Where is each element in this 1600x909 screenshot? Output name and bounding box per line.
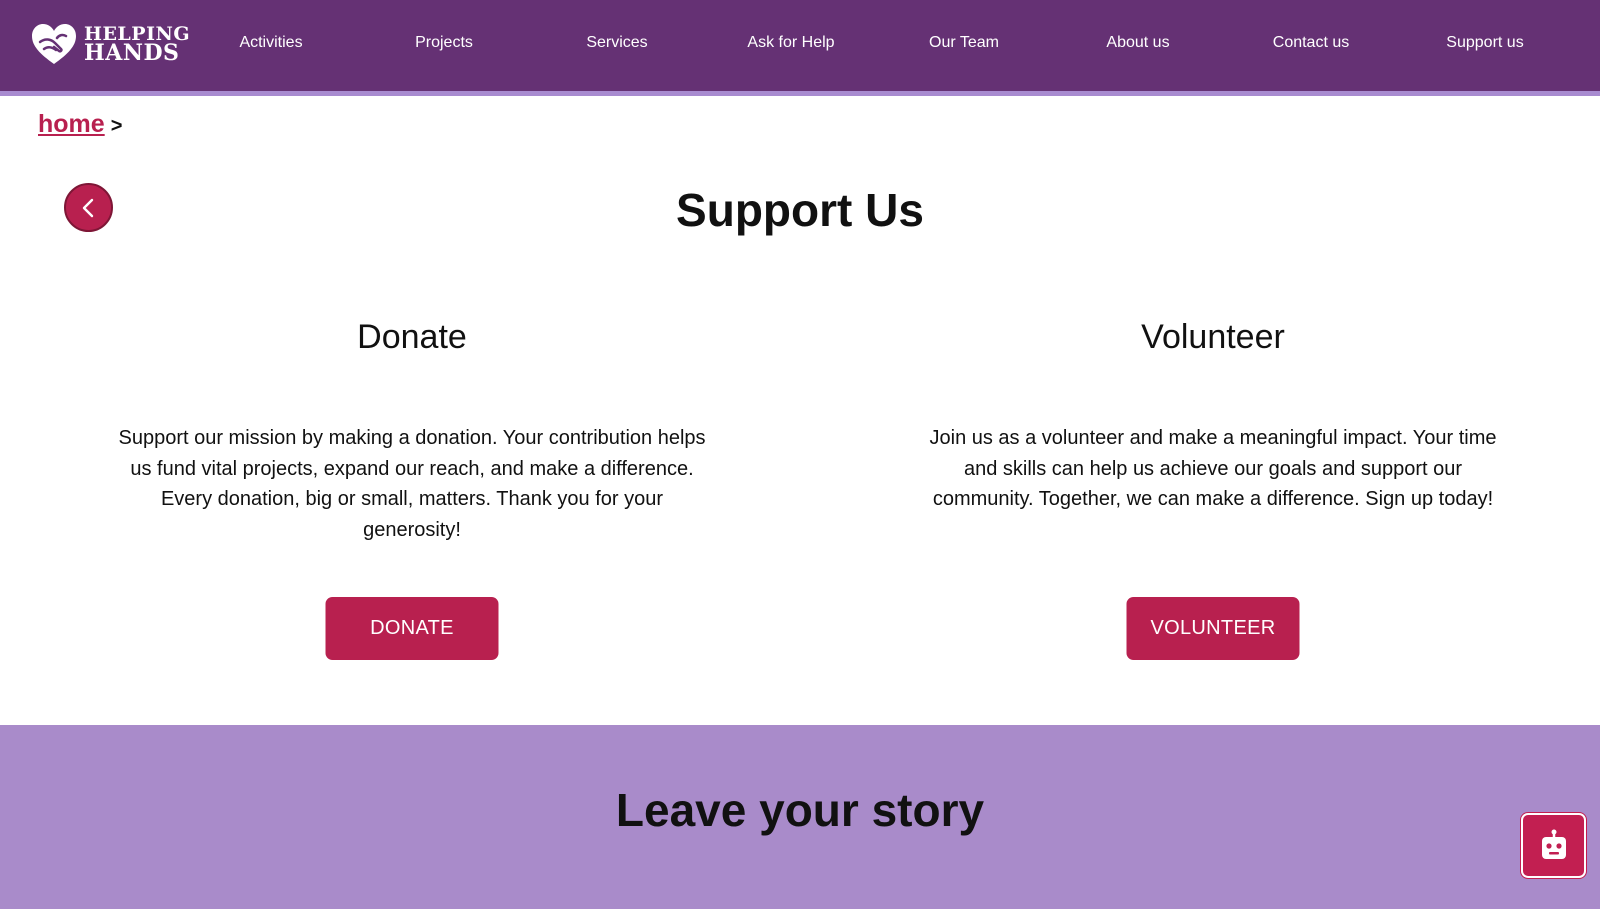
heart-hands-icon (32, 24, 76, 64)
volunteer-button[interactable]: VOLUNTEER (1126, 597, 1300, 660)
donate-section: Donate Support our mission by making a d… (112, 318, 712, 660)
brand-name: HELPING HANDS (84, 25, 190, 66)
donate-button[interactable]: DONATE (325, 597, 499, 660)
leave-story-title: Leave your story (615, 784, 985, 836)
breadcrumb: home > (38, 110, 122, 139)
brand-logo[interactable]: HELPING HANDS (30, 20, 190, 68)
nav-underline (0, 91, 1600, 96)
volunteer-heading: Volunteer (1141, 318, 1285, 356)
nav-services[interactable]: Services (586, 34, 647, 52)
breadcrumb-separator: > (110, 115, 123, 137)
nav-contact-us[interactable]: Contact us (1273, 34, 1349, 52)
donate-heading: Donate (357, 318, 467, 356)
nav-activities[interactable]: Activities (239, 34, 302, 52)
leave-story-section: Leave your story (0, 725, 1600, 909)
nav-about-us[interactable]: About us (1106, 34, 1169, 52)
nav-projects[interactable]: Projects (415, 34, 473, 52)
nav-our-team[interactable]: Our Team (929, 34, 999, 52)
breadcrumb-home-link[interactable]: home (38, 110, 105, 139)
donate-description: Support our mission by making a donation… (118, 427, 706, 541)
volunteer-section: Volunteer Join us as a volunteer and mak… (913, 318, 1513, 660)
top-navbar: HELPING HANDS Activities Projects Servic… (0, 0, 1600, 91)
nav-support-us[interactable]: Support us (1446, 34, 1523, 52)
nav-ask-for-help[interactable]: Ask for Help (747, 34, 834, 52)
page-title: Support Us (676, 184, 924, 236)
brand-line-2: HANDS (84, 40, 180, 66)
volunteer-description: Join us as a volunteer and make a meanin… (929, 427, 1497, 510)
robot-icon (1541, 829, 1566, 859)
chatbot-button[interactable] (1521, 813, 1586, 878)
